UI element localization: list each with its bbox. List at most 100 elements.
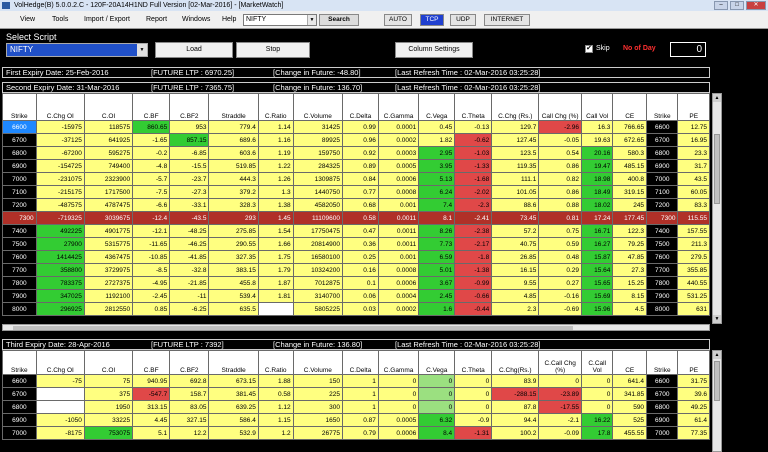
cell-c-chg-oi[interactable]: -154725: [35, 159, 85, 173]
cell-c-oi[interactable]: 641925: [83, 133, 134, 147]
cell-c-vega[interactable]: 2.95: [418, 146, 456, 160]
cell-c-chg-rs[interactable]: 40.75: [491, 237, 540, 251]
cell-call-chg[interactable]: -2.96: [538, 120, 582, 134]
cell-c-delta[interactable]: 1: [341, 374, 379, 388]
cell-c-chg-rs[interactable]: 26.85: [491, 250, 540, 264]
cell-c-delta[interactable]: 1: [341, 387, 379, 401]
cell-call-chg[interactable]: 0.27: [538, 276, 582, 290]
load-button[interactable]: Load: [155, 42, 233, 58]
cell-c-chg-oi[interactable]: [35, 400, 85, 414]
cell-c-vega[interactable]: 1.6: [418, 302, 456, 316]
cell-c-theta[interactable]: -0.62: [454, 133, 493, 147]
cell-c-chg-oi[interactable]: 492225: [35, 224, 85, 238]
table-row[interactable]: 6600 -15975 118575 860.65 953 779.4 1.14 31425 0…: [2, 120, 710, 134]
strike-cell[interactable]: 6900: [646, 413, 679, 427]
cell-c-bf[interactable]: -0.2: [132, 146, 171, 160]
cell-c-delta[interactable]: 0.1: [341, 276, 379, 290]
cell-c-delta[interactable]: 0.87: [341, 413, 379, 427]
cell-c-vega[interactable]: 0: [418, 387, 456, 401]
cell-c-chg-oi[interactable]: -75: [35, 374, 85, 388]
cell-c-bf2[interactable]: 327.15: [169, 413, 210, 427]
cell-straddle[interactable]: 539.4: [208, 289, 259, 303]
cell-c-bf[interactable]: -11.65: [132, 237, 171, 251]
cell-c-volume[interactable]: 4582050: [292, 198, 343, 212]
cell-pe[interactable]: 115.55: [677, 211, 710, 225]
cell-c-volume[interactable]: 1309875: [292, 172, 343, 186]
cell-pe[interactable]: 39.6: [677, 387, 710, 401]
cell-pe[interactable]: 440.55: [677, 276, 710, 290]
cell-c-gamma[interactable]: 0: [377, 400, 420, 414]
cell-ce[interactable]: 47.85: [612, 250, 648, 264]
cell-c-oi[interactable]: 375: [83, 387, 134, 401]
cell-c-oi[interactable]: 2323900: [83, 172, 134, 186]
cell-c-oi[interactable]: 5315775: [83, 237, 134, 251]
column-header-c-gamma[interactable]: C.Gamma: [377, 93, 420, 121]
cell-pe[interactable]: 16.95: [677, 133, 710, 147]
cell-c-volume[interactable]: 16580100: [292, 250, 343, 264]
cell-c-chg-rs[interactable]: 101.05: [491, 185, 540, 199]
cell-c-chg-oi[interactable]: -37125: [35, 133, 85, 147]
strike-cell[interactable]: 7100: [646, 185, 679, 199]
cell-straddle[interactable]: 383.15: [208, 263, 259, 277]
cell-c-chg-rs[interactable]: 111.1: [491, 172, 540, 186]
cell-c-vega[interactable]: 6.59: [418, 250, 456, 264]
cell-c-vega[interactable]: 0: [418, 374, 456, 388]
cell-c-volume[interactable]: 150: [292, 374, 343, 388]
cell-call-vol[interactable]: 18.98: [580, 172, 614, 186]
cell-c-ratio[interactable]: 1.38: [257, 198, 294, 212]
table-row[interactable]: 7100 -215175 1717500 -7.5 -27.3 379.2 1.3 14407…: [2, 185, 710, 199]
cell-ce[interactable]: 122.3: [612, 224, 648, 238]
cell-c-theta[interactable]: -0.66: [454, 289, 493, 303]
cell-c-ratio[interactable]: 1.26: [257, 172, 294, 186]
cell-pe[interactable]: 12.75: [677, 120, 710, 134]
cell-pe[interactable]: 43.5: [677, 172, 710, 186]
cell-call-chg[interactable]: 0.86: [538, 159, 582, 173]
cell-c-chg-rs[interactable]: 2.3: [491, 302, 540, 316]
menu-tools[interactable]: Tools: [52, 16, 68, 23]
strike-cell[interactable]: 6600: [646, 120, 679, 134]
cell-ce[interactable]: 641.4: [612, 374, 648, 388]
cell-c-vega[interactable]: 0: [418, 400, 456, 414]
cell-c-chg-rs[interactable]: 123.5: [491, 146, 540, 160]
cell-c-volume[interactable]: 17750475: [292, 224, 343, 238]
strike-cell[interactable]: 7800: [646, 276, 679, 290]
cell-c-theta[interactable]: -0.9: [454, 413, 493, 427]
column-header-call-vol[interactable]: Call Vol: [580, 93, 614, 121]
column-header-c-bf2[interactable]: C.BF2: [169, 93, 210, 121]
cell-call-vol[interactable]: 16.71: [580, 224, 614, 238]
cell-c-volume[interactable]: 10324200: [292, 263, 343, 277]
cell-c-bf2[interactable]: -21.85: [169, 276, 210, 290]
cell-c-volume[interactable]: 284325: [292, 159, 343, 173]
cell-c-oi[interactable]: 75: [83, 374, 134, 388]
cell-c-bf2[interactable]: 857.15: [169, 133, 210, 147]
cell-c-bf2[interactable]: -46.25: [169, 237, 210, 251]
cell-c-oi[interactable]: 2812550: [83, 302, 134, 316]
cell-straddle[interactable]: 275.85: [208, 224, 259, 238]
cell-straddle[interactable]: 586.4: [208, 413, 259, 427]
column-header-c-bf[interactable]: C.BF: [132, 350, 171, 375]
column-header-strike[interactable]: Strike: [646, 93, 679, 121]
cell-pe[interactable]: 60.05: [677, 185, 710, 199]
strike-cell[interactable]: 7900: [2, 289, 37, 303]
cell-c-volume[interactable]: 159750: [292, 146, 343, 160]
no-of-day-input[interactable]: 0: [670, 42, 706, 57]
cell-c-gamma[interactable]: 0.0002: [377, 302, 420, 316]
cell-c-bf2[interactable]: 953: [169, 120, 210, 134]
cell-c-vega[interactable]: 6.24: [418, 185, 456, 199]
cell-ce[interactable]: 4.5: [612, 302, 648, 316]
cell-c-bf2[interactable]: 158.7: [169, 387, 210, 401]
cell-c-ratio[interactable]: 1.22: [257, 159, 294, 173]
cell-c-call-vol[interactable]: 17.8: [580, 426, 614, 440]
table-row[interactable]: 7000 -231075 2323900 -5.7 -23.7 444.3 1.26 1309…: [2, 172, 710, 186]
cell-straddle[interactable]: 327.35: [208, 250, 259, 264]
column-header-straddle[interactable]: Straddle: [208, 350, 259, 375]
cell-c-delta[interactable]: 0.03: [341, 302, 379, 316]
strike-cell[interactable]: 7700: [2, 263, 37, 277]
cell-c-vega[interactable]: 8.4: [418, 426, 456, 440]
cell-c-gamma[interactable]: 0.0001: [377, 120, 420, 134]
script-dropdown[interactable]: NIFTY ▼: [6, 43, 148, 57]
cell-ce[interactable]: 177.45: [612, 211, 648, 225]
cell-straddle[interactable]: 689.6: [208, 133, 259, 147]
column-header-c-ratio[interactable]: C.Ratio: [257, 93, 294, 121]
cell-c-chg-rs[interactable]: 127.45: [491, 133, 540, 147]
